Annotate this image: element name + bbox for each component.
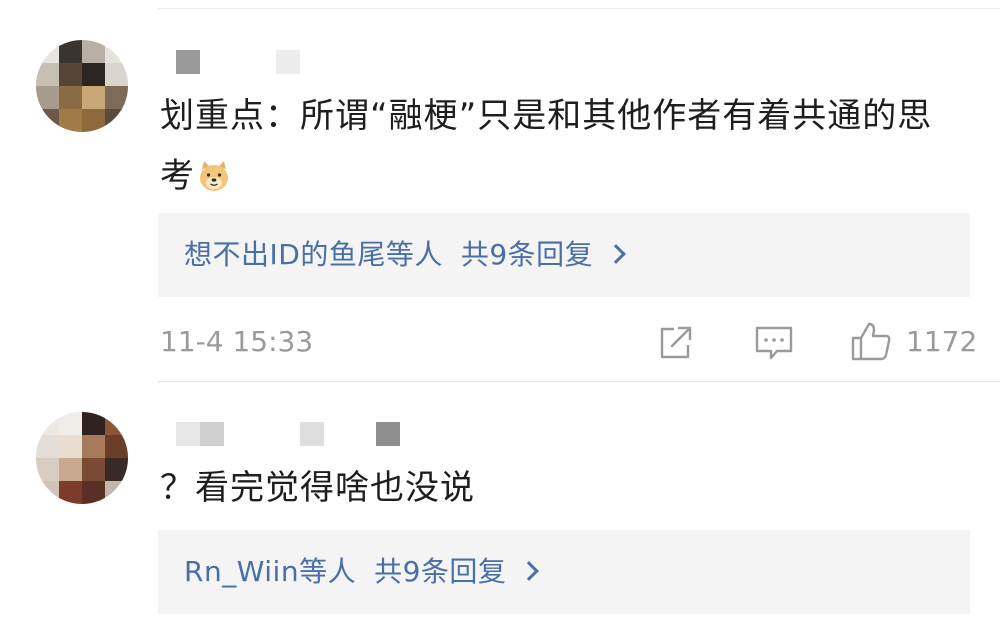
comment-divider xyxy=(158,381,1000,382)
reply-summary[interactable]: 想不出ID的鱼尾等人 共9条回复 xyxy=(158,213,970,297)
chevron-right-icon xyxy=(519,561,540,581)
reply-names[interactable]: Rn_Wiin等人 xyxy=(184,555,356,588)
like-icon[interactable] xyxy=(848,318,892,362)
comment-icon[interactable] xyxy=(752,320,796,364)
reply-names[interactable]: 想不出ID的鱼尾等人 xyxy=(184,238,443,271)
doge-emoji-icon xyxy=(197,152,231,191)
reply-count[interactable]: 共9条回复 xyxy=(374,555,506,588)
comment-time: 11-4 15:33 xyxy=(160,325,314,358)
share-icon[interactable] xyxy=(654,320,698,364)
username[interactable] xyxy=(176,50,306,74)
comment-text: ？看完觉得啥也没说 xyxy=(160,468,475,508)
comment-text: 划重点：所谓“融梗”只是和其他作者有着共通的思考 xyxy=(160,96,933,196)
comment-item: 划重点：所谓“融梗”只是和其他作者有着共通的思考 想不出ID的鱼尾等人 共9条回复… xyxy=(0,0,1000,382)
username[interactable] xyxy=(176,422,406,446)
like-count: 1172 xyxy=(906,325,978,358)
comment-item: ？看完觉得啥也没说 Rn_Wiin等人 共9条回复 xyxy=(0,384,1000,636)
avatar[interactable] xyxy=(36,40,128,132)
reply-summary[interactable]: Rn_Wiin等人 共9条回复 xyxy=(158,530,970,614)
chevron-right-icon xyxy=(606,244,627,264)
reply-count[interactable]: 共9条回复 xyxy=(461,238,593,271)
avatar[interactable] xyxy=(36,412,128,504)
